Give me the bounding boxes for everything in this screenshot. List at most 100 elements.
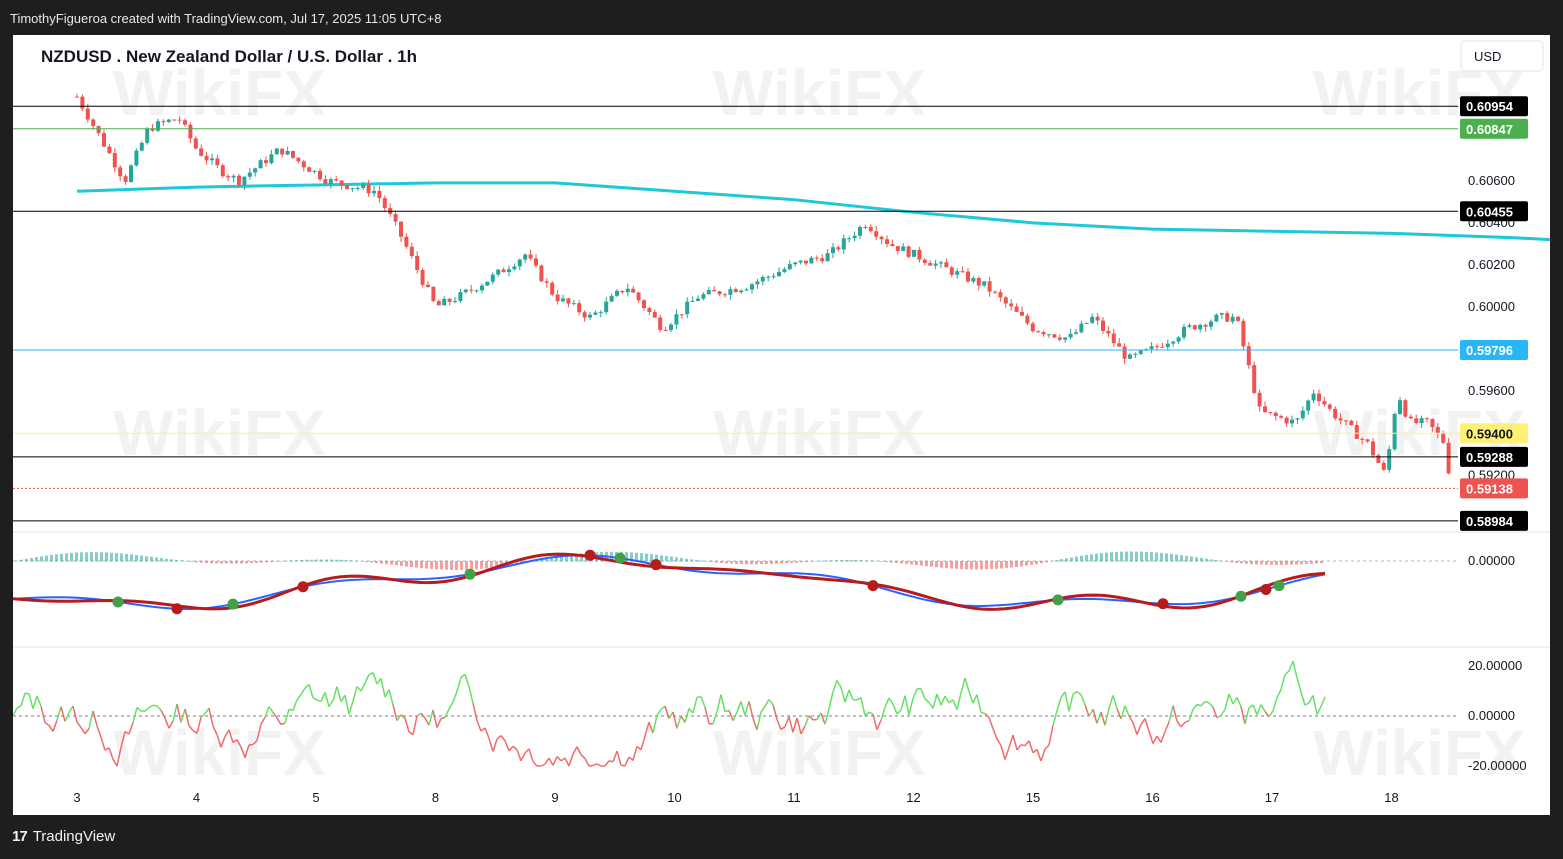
- candle-body: [733, 289, 738, 293]
- macd-histogram-bar: [395, 561, 398, 566]
- candle-body: [744, 289, 749, 291]
- candle-body: [814, 257, 819, 259]
- candle-body: [118, 167, 123, 177]
- candle-body: [420, 269, 425, 285]
- oscillator-segment: [1268, 710, 1274, 718]
- candle-body: [901, 246, 906, 251]
- macd-histogram-bar: [185, 560, 188, 562]
- candle-body: [480, 285, 484, 291]
- candle-body: [409, 246, 414, 256]
- macd-histogram-bar: [140, 555, 143, 562]
- macd-histogram-bar: [35, 557, 38, 562]
- level-price-label: 0.58984: [1466, 514, 1514, 529]
- candle-body: [490, 274, 495, 282]
- macd-histogram-bar: [675, 557, 678, 562]
- oscillator-segment: [1152, 735, 1158, 744]
- oscillator-segment: [1176, 720, 1182, 728]
- oscillator-segment: [1308, 695, 1314, 704]
- oscillator-segment: [1052, 710, 1058, 726]
- time-tick-label: 15: [1026, 790, 1040, 805]
- macd-histogram-bar: [830, 560, 833, 562]
- chart-canvas[interactable]: WikiFX WikiFX WikiFXWikiFX WikiFX WikiFXWiki…: [13, 35, 1550, 815]
- macd-histogram-bar: [265, 561, 268, 563]
- oscillator-segment: [972, 694, 978, 704]
- macd-histogram-bar: [1110, 552, 1113, 562]
- macd-histogram-bar: [870, 560, 873, 562]
- macd-histogram-bar: [765, 561, 768, 565]
- oscillator-segment: [648, 721, 654, 734]
- candle-body: [1101, 320, 1105, 331]
- macd-histogram-bar: [1025, 561, 1028, 566]
- candle-body: [577, 303, 582, 313]
- candle-body: [350, 187, 355, 189]
- oscillator-segment: [604, 760, 610, 767]
- oscillator-tick-label: 20.00000: [1468, 658, 1522, 673]
- oscillator-segment: [1008, 734, 1014, 748]
- macd-histogram-bar: [125, 553, 128, 562]
- candle-body: [1014, 306, 1019, 312]
- price-tick-label: 0.59600: [1468, 383, 1515, 398]
- oscillator-segment: [1184, 720, 1190, 723]
- candle-body: [269, 154, 274, 164]
- crossover-marker: [227, 598, 239, 610]
- candle-body: [296, 157, 301, 162]
- macd-histogram-bar: [1090, 554, 1093, 562]
- candle-body: [566, 298, 571, 304]
- oscillator-segment: [1304, 702, 1310, 706]
- oscillator-segment: [1288, 660, 1294, 672]
- macd-histogram-bar: [1275, 561, 1278, 565]
- candle-body: [598, 312, 603, 314]
- macd-histogram-bar: [1135, 551, 1138, 562]
- time-tick-label: 18: [1384, 790, 1398, 805]
- oscillator-segment: [1012, 734, 1018, 751]
- candle-body: [1349, 420, 1354, 426]
- oscillator-segment: [392, 704, 398, 721]
- macd-histogram-bar: [760, 561, 763, 565]
- oscillator-segment: [680, 715, 686, 723]
- oscillator-segment: [1016, 744, 1022, 751]
- oscillator-segment: [1072, 690, 1078, 695]
- oscillator-segment: [692, 697, 698, 714]
- chart-credit: TimothyFigueroa created with TradingView…: [10, 11, 442, 26]
- time-tick-label: 12: [906, 790, 920, 805]
- candle-body: [496, 269, 501, 275]
- candle-body: [1419, 418, 1424, 424]
- candle-body: [944, 262, 949, 268]
- macd-histogram-bar: [330, 559, 333, 562]
- oscillator-segment: [544, 757, 550, 765]
- macd-histogram-bar: [280, 561, 283, 562]
- oscillator-segment: [720, 694, 726, 712]
- oscillator-segment: [40, 705, 46, 723]
- oscillator-segment: [1260, 704, 1266, 712]
- oscillator-segment: [512, 745, 518, 751]
- tradingview-logo[interactable]: 17 TradingView: [12, 828, 115, 845]
- chart-title: NZDUSD . New Zealand Dollar / U.S. Dolla…: [41, 47, 417, 66]
- macd-histogram-bar: [1235, 561, 1238, 563]
- candle-body: [609, 295, 614, 302]
- candle-body: [1268, 412, 1273, 414]
- macd-histogram-bar: [475, 561, 478, 570]
- macd-histogram-bar: [1305, 561, 1308, 565]
- oscillator-segment: [516, 749, 522, 762]
- oscillator-segment: [448, 701, 454, 710]
- macd-histogram-bar: [240, 561, 243, 564]
- macd-histogram-bar: [255, 561, 258, 563]
- chart-panel[interactable]: WikiFX WikiFX WikiFX WikiFX WikiFX WikiFX Wiki…: [13, 35, 1550, 815]
- macd-histogram-bar: [30, 557, 33, 562]
- candle-body: [674, 314, 679, 325]
- oscillator-segment: [568, 753, 574, 767]
- macd-histogram-bar: [65, 553, 68, 562]
- oscillator-segment: [204, 707, 210, 714]
- macd-histogram-bar: [990, 561, 993, 570]
- macd-histogram-bar: [1245, 561, 1248, 564]
- macd-histogram-bar: [400, 561, 403, 566]
- candle-body: [615, 290, 619, 296]
- macd-histogram-bar: [1155, 552, 1158, 562]
- candle-body: [1149, 346, 1154, 350]
- crossover-marker: [584, 549, 596, 561]
- oscillator-segment: [500, 735, 506, 742]
- macd-histogram-bar: [1160, 552, 1163, 562]
- candle-body: [1057, 337, 1062, 340]
- macd-histogram-bar: [1180, 555, 1183, 562]
- macd-histogram-bar: [920, 561, 923, 566]
